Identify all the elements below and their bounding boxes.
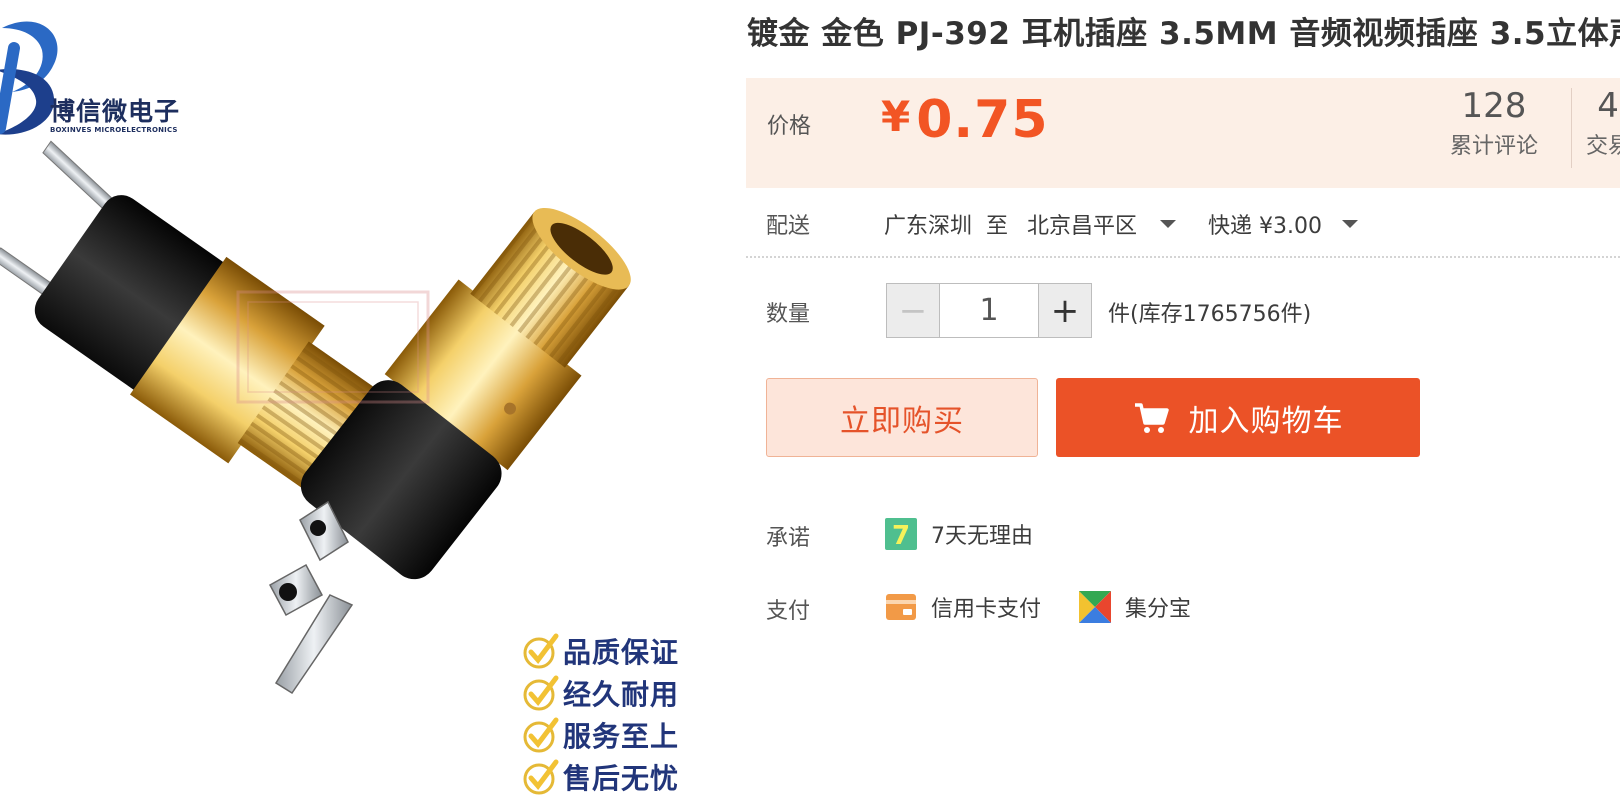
checkmark-icon [523,633,559,669]
stock-text: 件(库存1765756件) [1108,302,1312,327]
quantity-input[interactable] [940,283,1038,338]
trade-count-value: 4 [1597,86,1619,126]
feature-label: 经久耐用 [563,678,680,711]
checkmark-icon [523,717,559,753]
ship-from: 广东深圳 [884,214,973,239]
quantity-label: 数量 [766,302,811,327]
feature-item: 售后无忧 [522,756,679,798]
add-to-cart-label: 加入购物车 [1188,403,1344,439]
review-count-value: 128 [1461,86,1527,126]
shipping-select[interactable]: 快递 ¥3.00 [1208,208,1322,240]
promise-label: 承诺 [766,526,811,551]
seven-day-return[interactable]: 7 7天无理由 [885,518,1033,550]
jifenbao-label: 集分宝 [1125,597,1192,622]
review-count[interactable]: 128 累计评论 [1450,86,1538,160]
feature-label: 售后无忧 [563,762,680,795]
credit-card-icon [886,594,916,620]
feature-item: 经久耐用 [522,672,679,714]
destination-select[interactable]: 北京昌平区 [1027,208,1137,240]
quantity-stepper: − + [886,283,1092,338]
credit-card-payment[interactable]: 信用卡支付 [885,591,1041,623]
chevron-down-icon[interactable] [1160,220,1176,228]
jifenbao-payment[interactable]: 集分宝 [1079,591,1191,623]
trade-count[interactable]: 4 交易 [1586,86,1620,160]
price-panel: 价格 ¥0.75 128 累计评论 4 交易 [746,78,1620,188]
feature-label: 品质保证 [563,636,680,669]
feature-item: 品质保证 [522,630,679,672]
brand-name: 博信微电子 [50,97,181,126]
seven-day-icon: 7 [885,518,917,550]
delivery-row: 配送 广东深圳 至 北京昌平区 快递 ¥3.00 [746,190,1620,258]
feature-item: 服务至上 [522,714,679,756]
ship-to-word: 至 [986,214,1009,239]
price-value: ¥0.75 [881,90,1049,150]
stat-divider [1571,88,1572,168]
chevron-down-icon[interactable] [1342,220,1358,228]
checkmark-icon [523,675,559,711]
credit-card-label: 信用卡支付 [931,597,1042,622]
price-amount: 0.75 [916,90,1049,150]
price-label: 价格 [767,114,812,139]
payment-label: 支付 [766,599,811,624]
trade-count-label: 交易 [1586,134,1620,159]
feature-label: 服务至上 [563,720,680,753]
brand-subtitle: BOXINVES MICROELECTRONICS [50,126,178,134]
payment-row: 支付 信用卡支付 集分宝 [746,585,1620,635]
increase-button[interactable]: + [1038,283,1092,338]
feature-list: 品质保证 经久耐用 服务至上 售后无忧 [522,630,679,798]
cart-icon [1134,402,1169,433]
brand-logo: 博信微电子 BOXINVES MICROELECTRONICS [0,8,202,138]
decrease-button[interactable]: − [886,283,940,338]
jifenbao-icon [1079,591,1111,623]
product-title: 镀金 金色 PJ-392 耳机插座 3.5MM 音频视频插座 3.5立体声 [747,16,1620,52]
svg-text:7: 7 [892,521,910,550]
promise-row: 承诺 7 7天无理由 [746,510,1620,560]
currency-symbol: ¥ [881,92,911,141]
product-image: 博信微电子 BOXINVES MICROELECTRONICS 品质保证 经久耐… [0,0,710,810]
review-count-label: 累计评论 [1450,134,1539,159]
quantity-row: 数量 − + 件(库存1765756件) [746,258,1620,358]
promise-text: 7天无理由 [931,524,1033,549]
add-to-cart-button[interactable]: 加入购物车 [1056,378,1420,457]
delivery-label: 配送 [766,214,811,239]
checkmark-icon [523,759,559,795]
buy-now-button[interactable]: 立即购买 [766,378,1038,457]
